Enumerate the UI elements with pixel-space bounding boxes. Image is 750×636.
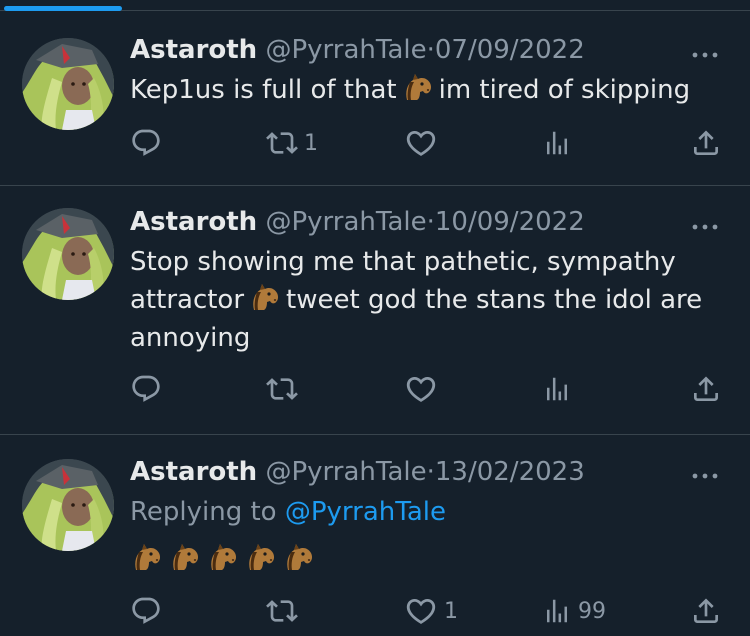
views-button[interactable] bbox=[542, 373, 578, 405]
retweet-button[interactable] bbox=[266, 595, 304, 627]
more-icon[interactable] bbox=[690, 217, 720, 227]
tweet-text-part: im tired of skipping bbox=[438, 75, 691, 105]
tweet-text-part: attractor bbox=[130, 285, 245, 315]
share-icon bbox=[690, 373, 722, 405]
more-icon[interactable] bbox=[690, 466, 720, 476]
share-icon bbox=[690, 127, 722, 159]
dot-separator: · bbox=[426, 35, 435, 65]
more-icon[interactable] bbox=[690, 45, 720, 55]
dot-separator: · bbox=[426, 457, 435, 487]
share-button[interactable] bbox=[690, 127, 722, 159]
tweet-header: Astaroth @PyrrahTale·07/09/2022 bbox=[130, 34, 585, 66]
retweet-count: 1 bbox=[304, 130, 318, 156]
tweet-text-part: Kep1us is full of that bbox=[130, 75, 397, 105]
avatar[interactable] bbox=[22, 38, 114, 130]
mention-link[interactable]: @PyrrahTale bbox=[285, 497, 446, 527]
share-icon bbox=[690, 595, 722, 627]
views-button[interactable] bbox=[542, 127, 578, 159]
tweet-2[interactable]: Astaroth @PyrrahTale·10/09/2022 Stop sho… bbox=[0, 186, 750, 435]
heart-icon bbox=[404, 594, 438, 628]
views-icon bbox=[542, 596, 572, 626]
views-count: 99 bbox=[578, 598, 606, 624]
dot-separator: · bbox=[426, 207, 435, 237]
retweet-button[interactable]: 1 bbox=[266, 127, 318, 159]
horse-face-emoji bbox=[168, 542, 202, 572]
tweet-3[interactable]: Astaroth @PyrrahTale·13/02/2023 Replying… bbox=[0, 435, 750, 636]
active-tab-indicator bbox=[4, 6, 122, 11]
heart-icon bbox=[404, 372, 438, 406]
reply-icon bbox=[130, 127, 162, 159]
like-count: 1 bbox=[444, 598, 458, 624]
horse-face-emoji bbox=[282, 542, 316, 572]
retweet-button[interactable] bbox=[266, 373, 304, 405]
replying-to-label: Replying to bbox=[130, 497, 277, 527]
tweet-header: Astaroth @PyrrahTale·13/02/2023 bbox=[130, 456, 585, 488]
tweet-date[interactable]: 07/09/2022 bbox=[435, 35, 585, 65]
reply-button[interactable] bbox=[130, 595, 162, 627]
horse-face-emoji bbox=[206, 542, 240, 572]
retweet-icon bbox=[266, 373, 298, 405]
reply-button[interactable] bbox=[130, 373, 162, 405]
display-name[interactable]: Astaroth bbox=[130, 35, 257, 65]
username[interactable]: @PyrrahTale bbox=[265, 35, 426, 65]
tweet-text-part: annoying bbox=[130, 323, 251, 353]
tweet-text-part: tweet god the stans the idol are bbox=[286, 285, 703, 315]
like-button[interactable] bbox=[404, 127, 444, 159]
tab-bar bbox=[0, 0, 750, 14]
tweet-text: Stop showing me that pathetic, sympathy … bbox=[130, 243, 730, 357]
like-button[interactable]: 1 bbox=[404, 595, 458, 627]
avatar[interactable] bbox=[22, 459, 114, 551]
tweet-text: Kep1us is full of that im tired of skippi… bbox=[130, 71, 730, 109]
tweet-1[interactable]: Astaroth @PyrrahTale·07/09/2022 Kep1us i… bbox=[0, 14, 750, 186]
views-icon bbox=[542, 128, 572, 158]
retweet-icon bbox=[266, 595, 298, 627]
views-icon bbox=[542, 374, 572, 404]
tweet-header: Astaroth @PyrrahTale·10/09/2022 bbox=[130, 206, 585, 238]
horse-face-emoji bbox=[248, 282, 282, 312]
retweet-icon bbox=[266, 127, 298, 159]
username[interactable]: @PyrrahTale bbox=[265, 457, 426, 487]
heart-icon bbox=[404, 126, 438, 160]
tweet-actions bbox=[130, 373, 730, 405]
display-name[interactable]: Astaroth bbox=[130, 457, 257, 487]
reply-icon bbox=[130, 595, 162, 627]
username[interactable]: @PyrrahTale bbox=[265, 207, 426, 237]
share-button[interactable] bbox=[690, 595, 722, 627]
reply-icon bbox=[130, 373, 162, 405]
replying-to: Replying to @PyrrahTale bbox=[130, 493, 730, 531]
tweet-text-part: Stop showing me that pathetic, sympathy bbox=[130, 247, 676, 277]
tweet-date[interactable]: 13/02/2023 bbox=[435, 457, 585, 487]
tweet-actions: 1 99 bbox=[130, 595, 730, 627]
horse-face-emoji bbox=[401, 72, 435, 102]
reply-button[interactable] bbox=[130, 127, 162, 159]
share-button[interactable] bbox=[690, 373, 722, 405]
like-button[interactable] bbox=[404, 373, 444, 405]
avatar[interactable] bbox=[22, 208, 114, 300]
tweet-text bbox=[128, 541, 728, 579]
tweet-date[interactable]: 10/09/2022 bbox=[435, 207, 585, 237]
horse-face-emoji bbox=[244, 542, 278, 572]
views-button[interactable]: 99 bbox=[542, 595, 606, 627]
tweet-actions: 1 bbox=[130, 127, 730, 159]
display-name[interactable]: Astaroth bbox=[130, 207, 257, 237]
horse-face-emoji bbox=[130, 542, 164, 572]
